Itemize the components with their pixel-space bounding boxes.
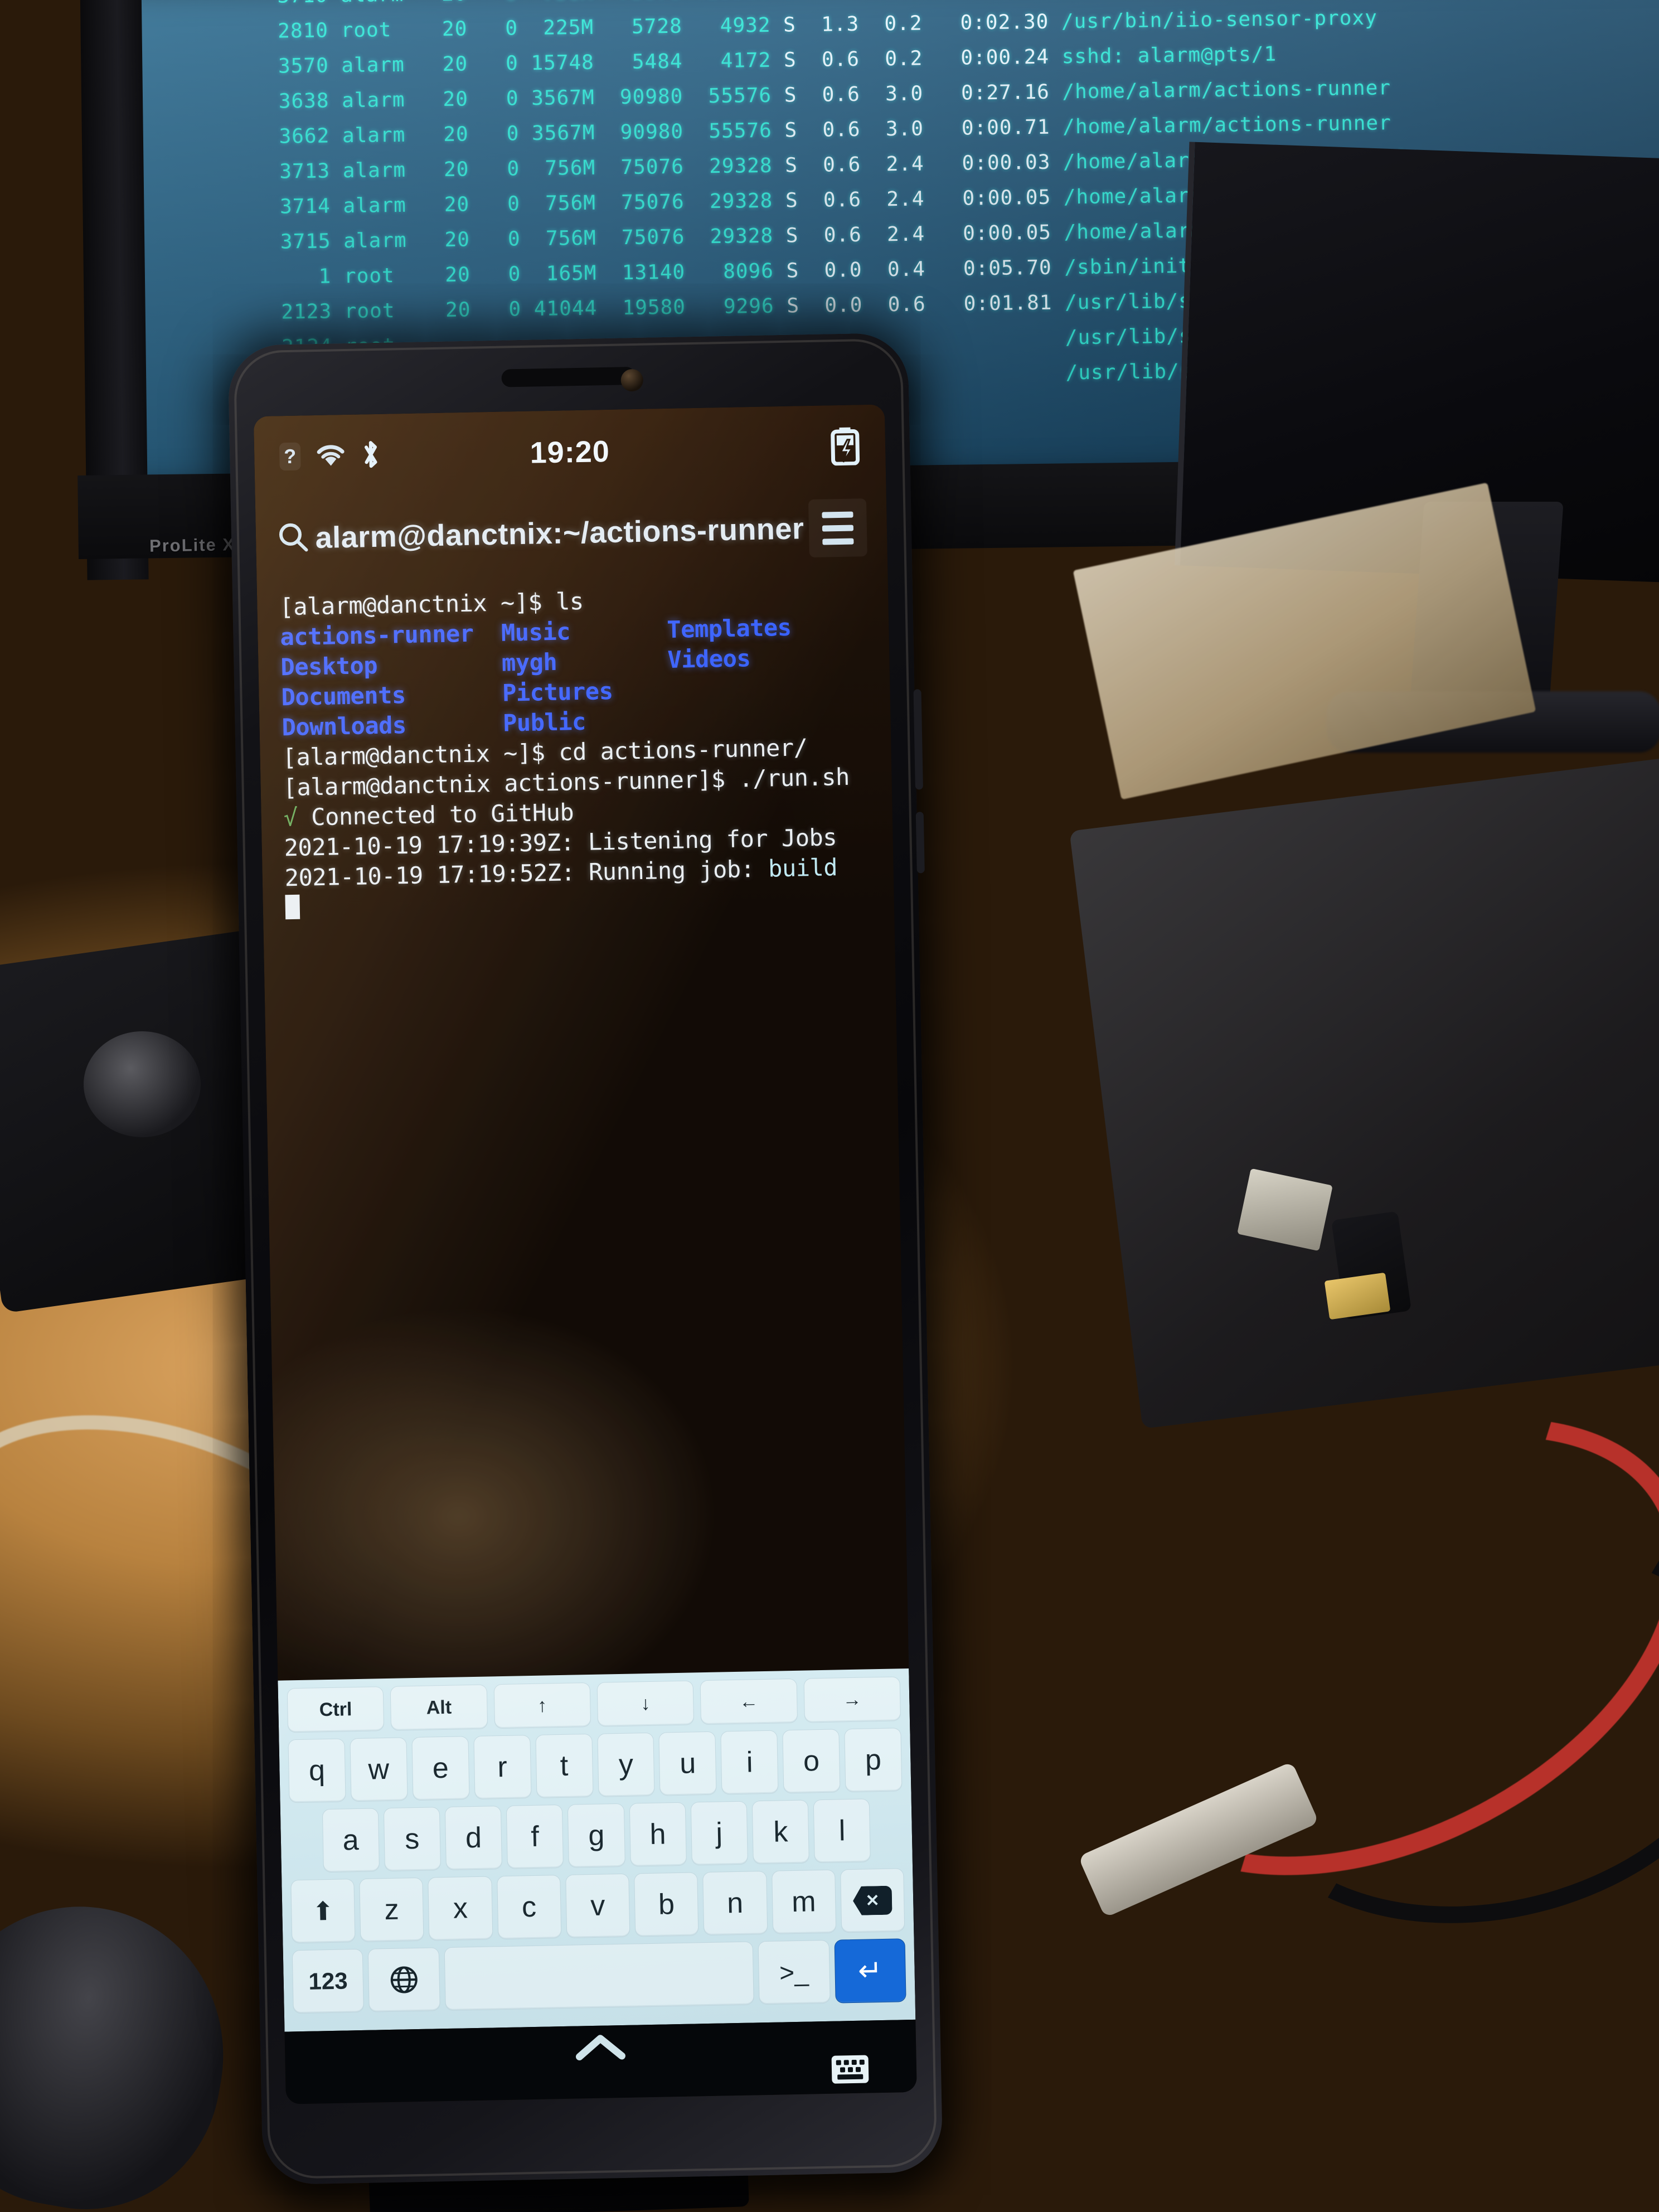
- key-space[interactable]: [444, 1941, 754, 2011]
- phone: ? 19:20 alarm@danctnix:~/actions-runner …: [227, 332, 943, 2185]
- navigation-bar: [284, 2019, 917, 2104]
- chevron-up-icon[interactable]: [574, 2031, 628, 2070]
- terminal-output[interactable]: [alarm@danctnix ~]$ ls actions-runner Mus…: [257, 571, 903, 1375]
- key-u[interactable]: u: [658, 1731, 717, 1796]
- key-s[interactable]: s: [383, 1807, 442, 1872]
- battery-charging-icon: [829, 426, 861, 468]
- earpiece-speaker: [501, 366, 636, 387]
- key-k[interactable]: k: [751, 1799, 810, 1865]
- power-button[interactable]: [915, 812, 925, 874]
- search-icon[interactable]: [275, 520, 311, 557]
- keyboard-row-2[interactable]: asdfghjkl: [289, 1798, 904, 1873]
- page-title: alarm@danctnix:~/actions-runner: [315, 512, 804, 555]
- mouse: [0, 1883, 247, 2212]
- key-c[interactable]: c: [496, 1875, 562, 1940]
- key-v[interactable]: v: [565, 1873, 630, 1938]
- photo-scene: 3710 alarm 20 0 756M 75076 29328 S 1.9 2…: [0, 0, 1659, 2212]
- on-screen-keyboard[interactable]: Ctrl Alt ↑ ↓ ← → qwertyuiop asdfghjkl ⬆ z x c v b n…: [278, 1668, 916, 2032]
- key-language[interactable]: [368, 1947, 440, 2012]
- volume-button[interactable]: [913, 689, 923, 790]
- bracket-knob: [84, 1031, 201, 1137]
- key-b[interactable]: b: [634, 1872, 699, 1937]
- desk-mat: [1069, 756, 1659, 1429]
- hamburger-menu-icon[interactable]: [808, 498, 867, 558]
- keyboard-row2-spacer: [875, 1798, 904, 1862]
- key-numbers[interactable]: 123: [292, 1948, 365, 2014]
- phone-screen: ? 19:20 alarm@danctnix:~/actions-runner …: [253, 404, 917, 2104]
- key-o[interactable]: o: [782, 1729, 841, 1794]
- key-j[interactable]: j: [690, 1801, 748, 1866]
- key-arrow-up[interactable]: ↑: [493, 1682, 591, 1729]
- key-d[interactable]: d: [444, 1806, 503, 1871]
- key-h[interactable]: h: [629, 1802, 687, 1867]
- keyboard-row-4[interactable]: 123 >_ ↵: [292, 1938, 906, 2014]
- key-w[interactable]: w: [350, 1737, 408, 1802]
- keyboard-row-1[interactable]: qwertyuiop: [288, 1728, 903, 1803]
- key-m[interactable]: m: [771, 1869, 837, 1934]
- key-t[interactable]: t: [535, 1733, 594, 1798]
- key-arrow-right[interactable]: →: [803, 1676, 901, 1723]
- key-e[interactable]: e: [411, 1736, 470, 1801]
- key-f[interactable]: f: [506, 1804, 564, 1869]
- key-i[interactable]: i: [720, 1730, 779, 1795]
- key-p[interactable]: p: [844, 1728, 903, 1793]
- globe-icon: [390, 1966, 418, 1993]
- backspace-icon: ✕: [853, 1886, 892, 1915]
- key-q[interactable]: q: [288, 1738, 346, 1803]
- key-x[interactable]: x: [428, 1876, 493, 1941]
- key-alt[interactable]: Alt: [390, 1684, 488, 1731]
- terminal-title-bar: alarm@danctnix:~/actions-runner: [255, 488, 887, 578]
- key-y[interactable]: y: [596, 1732, 655, 1797]
- keyboard-row2-spacer: [289, 1809, 318, 1873]
- key-enter[interactable]: ↵: [834, 1938, 906, 2004]
- key-shift[interactable]: ⬆: [290, 1879, 356, 1944]
- key-g[interactable]: g: [567, 1803, 625, 1868]
- key-n[interactable]: n: [702, 1870, 768, 1936]
- status-clock: 19:20: [530, 434, 610, 470]
- key-r[interactable]: r: [473, 1735, 532, 1799]
- key-backspace[interactable]: ✕: [840, 1868, 905, 1933]
- key-terminal-symbols[interactable]: >_: [758, 1939, 831, 2005]
- status-bar: ? 19:20: [254, 404, 886, 500]
- keyboard-row-3[interactable]: ⬆ z x c v b n m ✕: [290, 1868, 905, 1944]
- keyboard-toggle-icon[interactable]: [831, 2055, 869, 2084]
- key-arrow-left[interactable]: ←: [700, 1678, 798, 1725]
- key-l[interactable]: l: [813, 1798, 871, 1864]
- key-ctrl[interactable]: Ctrl: [287, 1686, 385, 1733]
- key-arrow-down[interactable]: ↓: [596, 1680, 695, 1727]
- keyboard-modifier-row[interactable]: Ctrl Alt ↑ ↓ ← →: [287, 1676, 901, 1733]
- key-z[interactable]: z: [359, 1877, 424, 1942]
- key-a[interactable]: a: [322, 1808, 380, 1873]
